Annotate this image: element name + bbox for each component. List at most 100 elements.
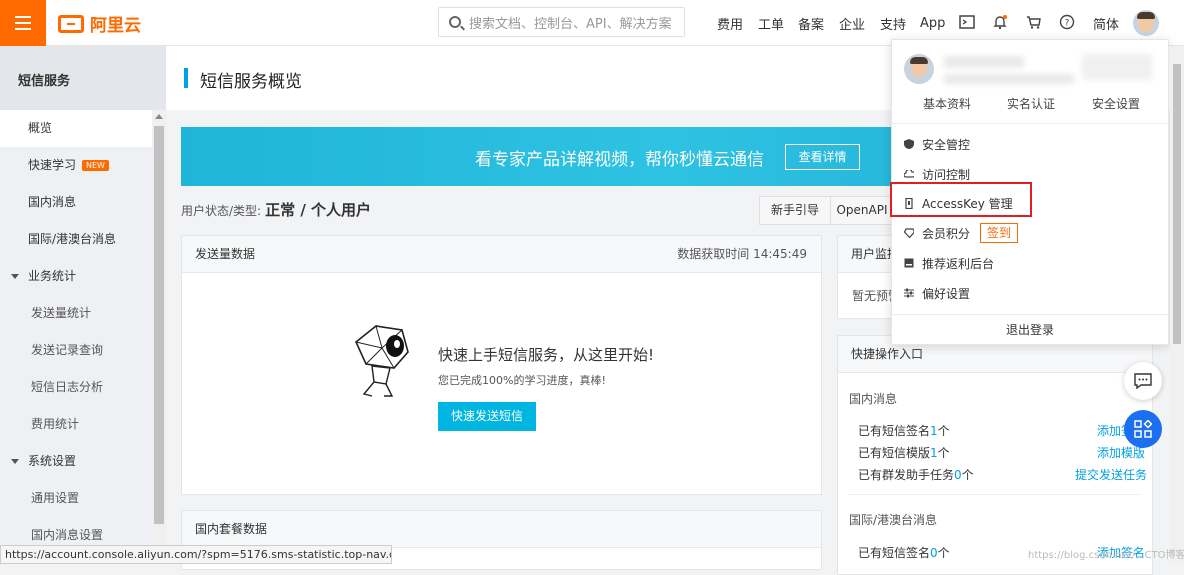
sidebar-item-label: 国际/港澳台消息 [28, 232, 117, 246]
sidebar-item-label: 费用统计 [31, 417, 80, 431]
sidebar-item-label: 业务统计 [28, 269, 77, 283]
dropdown-tab-security[interactable]: 安全设置 [1092, 95, 1140, 112]
chat-feedback-icon[interactable] [1124, 362, 1162, 400]
sidebar-item-overview[interactable]: 概览 [0, 110, 152, 147]
quick-start-title: 快速上手短信服务，从这里开始! [438, 346, 655, 364]
nav-icp[interactable]: 备案 [798, 0, 824, 46]
sidebar-item-send-records[interactable]: 发送记录查询 [0, 332, 152, 369]
cloud-icon [904, 169, 914, 179]
tab-openapi[interactable]: OpenAPI [830, 196, 894, 225]
sidebar-item-quick-learn[interactable]: 快速学习 NEW [0, 147, 152, 184]
sidebar-group-stats[interactable]: 业务统计 [0, 258, 152, 295]
page-scroll-thumb[interactable] [1173, 64, 1181, 344]
title-accent [184, 68, 188, 88]
sidebar-item-label: 国内消息设置 [31, 528, 104, 542]
banner-details-button[interactable]: 查看详情 [785, 144, 860, 170]
bulk-task-count-row: 已有群发助手任务0个 [858, 468, 974, 482]
user-avatar[interactable] [1133, 10, 1159, 36]
search-icon [449, 16, 461, 28]
sidebar-item-label: 短信日志分析 [31, 380, 104, 394]
sign-in-button[interactable]: 签到 [980, 223, 1019, 243]
redacted-username [944, 56, 1024, 68]
menu-item-label: 推荐返利后台 [922, 256, 995, 271]
divider [892, 123, 1168, 124]
intl-signature-count-row: 已有短信签名0个 [858, 546, 950, 560]
template-count-row: 已有短信模版1个 [858, 446, 950, 460]
sidebar-scroll-thumb[interactable] [154, 126, 164, 524]
menu-referral-backend[interactable]: 推荐返利后台 [904, 252, 994, 274]
diamond-icon [904, 228, 914, 238]
menu-item-label: 访问控制 [922, 167, 971, 182]
status-label: 用户状态/类型: [181, 204, 262, 218]
sidebar-item-international[interactable]: 国际/港澳台消息 [0, 221, 152, 258]
search-placeholder: 搜索文档、控制台、API、解决方案 [469, 16, 672, 32]
send-volume-card: 发送量数据 数据获取时间 14:45:49 快速上手短信服务，从这里开始! 您已… [181, 235, 822, 495]
dropdown-tab-profile[interactable]: 基本资料 [923, 95, 971, 112]
divider [849, 494, 1141, 495]
intl-section-label: 国际/港澳台消息 [849, 513, 938, 527]
svg-text:?: ? [1065, 19, 1070, 29]
shield-icon [904, 139, 914, 149]
shortcut-card: 快捷操作入口 国内消息 已有短信签名1个 添加签名 已有短信模版1个 添加模版 … [837, 335, 1153, 575]
card-title: 国内套餐数据 [195, 522, 268, 536]
sidebar-item-label: 通用设置 [31, 491, 80, 505]
help-icon[interactable]: ? [1058, 13, 1076, 31]
menu-security-control[interactable]: 安全管控 [904, 133, 970, 155]
menu-member-points[interactable]: 会员积分 签到 [904, 222, 1019, 244]
logout-button[interactable]: 退出登录 [892, 321, 1168, 338]
redacted-badge [1082, 54, 1152, 80]
cart-icon[interactable] [1025, 13, 1043, 31]
search-input[interactable]: 搜索文档、控制台、API、解决方案 [438, 7, 685, 37]
menu-item-label: 安全管控 [922, 137, 971, 152]
bell-icon[interactable] [991, 13, 1009, 31]
sidebar-menu: 概览 快速学习 NEW 国内消息 国际/港澳台消息 业务统计 发送量统计 发送记录… [0, 110, 152, 554]
nav-tickets[interactable]: 工单 [758, 0, 784, 46]
sidebar-item-label: 系统设置 [28, 454, 77, 468]
nav-fees[interactable]: 费用 [717, 0, 743, 46]
sliders-icon [904, 288, 914, 298]
sidebar-item-label: 发送量统计 [31, 306, 92, 320]
hamburger-menu-icon[interactable] [0, 0, 46, 46]
menu-item-label: 会员积分 [922, 226, 971, 241]
sidebar-scrollbar[interactable] [152, 110, 166, 564]
logo-text: 阿里云 [90, 16, 141, 36]
menu-item-label: 偏好设置 [922, 286, 971, 301]
banner-text: 看专家产品详解视频，帮你秒懂云通信 [475, 150, 764, 170]
divider [892, 314, 1168, 315]
apps-grid-icon[interactable] [1124, 410, 1162, 448]
sidebar-item-general-settings[interactable]: 通用设置 [0, 480, 152, 517]
quick-start-progress: 您已完成100%的学习进度，真棒! [438, 374, 606, 387]
sidebar-item-send-stats[interactable]: 发送量统计 [0, 295, 152, 332]
logo-mark-icon [58, 14, 84, 33]
sidebar-item-label: 快速学习 [28, 158, 77, 172]
menu-preferences[interactable]: 偏好设置 [904, 282, 970, 304]
terminal-icon[interactable] [958, 13, 976, 31]
caret-down-icon [11, 459, 19, 464]
scroll-up-arrow-icon[interactable] [155, 114, 163, 119]
aliyun-logo[interactable]: 阿里云 [58, 11, 141, 36]
sidebar-title: 短信服务 [0, 46, 166, 110]
sidebar-item-domestic[interactable]: 国内消息 [0, 184, 152, 221]
sidebar: 短信服务 概览 快速学习 NEW 国内消息 国际/港澳台消息 业务统计 发送量统计… [0, 46, 166, 564]
card-icon [904, 258, 914, 268]
card-header: 发送量数据 数据获取时间 14:45:49 [182, 236, 821, 273]
submit-task-link[interactable]: 提交发送任务 [1075, 466, 1147, 483]
tab-beginner-guide[interactable]: 新手引导 [759, 196, 831, 225]
sidebar-item-label: 国内消息 [28, 195, 77, 209]
nav-enterprise[interactable]: 企业 [839, 0, 865, 46]
sidebar-item-log-analysis[interactable]: 短信日志分析 [0, 369, 152, 406]
sidebar-item-cost-stats[interactable]: 费用统计 [0, 406, 152, 443]
domestic-section-label: 国内消息 [849, 392, 898, 406]
caret-down-icon [11, 274, 19, 279]
accesskey-highlight-box [890, 182, 1032, 217]
quick-send-button[interactable]: 快速发送短信 [438, 402, 536, 431]
dropdown-tab-verification[interactable]: 实名认证 [1007, 95, 1055, 112]
sidebar-group-settings[interactable]: 系统设置 [0, 443, 152, 480]
card-title: 发送量数据 [195, 247, 256, 261]
watermark: https://blog.csdn.net/...CTO博客 [1028, 550, 1184, 561]
page-title: 短信服务概览 [200, 72, 302, 92]
user-status: 用户状态/类型: 正常 / 个人用户 [181, 199, 371, 220]
signature-count-row: 已有短信签名1个 [858, 424, 950, 438]
page-scrollbar[interactable] [1170, 46, 1184, 564]
browser-status-url: https://account.console.aliyun.com/?spm=… [0, 545, 392, 564]
